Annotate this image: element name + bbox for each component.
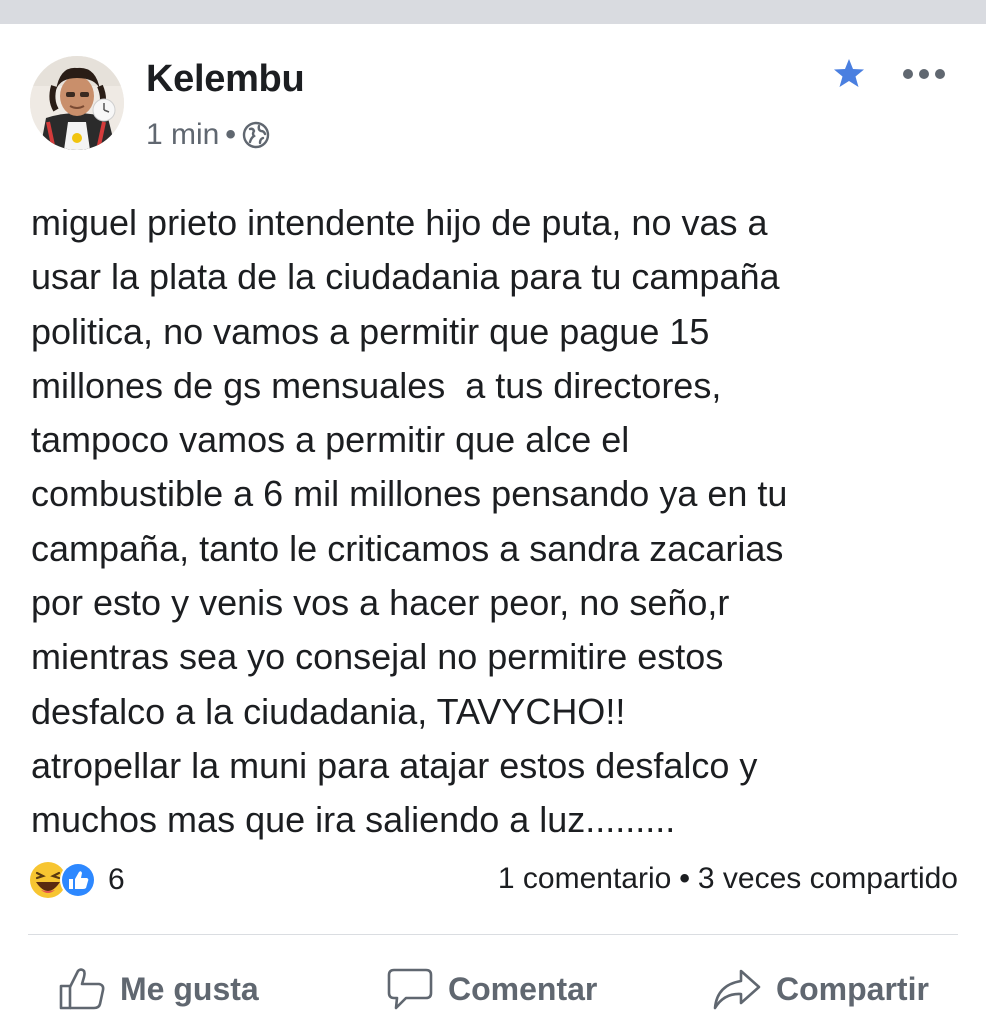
comment-button[interactable]: Comentar: [386, 962, 597, 1016]
star-icon[interactable]: [832, 56, 866, 90]
like-label: Me gusta: [120, 970, 259, 1007]
like-button[interactable]: Me gusta: [58, 962, 259, 1016]
more-options-icon[interactable]: [902, 68, 946, 80]
share-icon: [713, 969, 761, 1010]
meta-separator: •: [225, 118, 236, 151]
reaction-icons: [30, 862, 96, 898]
thumbs-up-icon: [59, 968, 105, 1010]
avatar-image: [30, 56, 124, 150]
comment-icon: [387, 968, 433, 1010]
post-meta: 1 min •: [146, 118, 270, 152]
engagement-stats: 1 comentario • 3 veces compartido: [498, 862, 958, 896]
share-button[interactable]: Compartir: [712, 962, 929, 1016]
share-label: Compartir: [776, 970, 929, 1007]
comment-count[interactable]: 1 comentario: [498, 862, 671, 896]
author-name[interactable]: Kelembu: [146, 58, 305, 101]
reactions-summary[interactable]: 6: [28, 860, 125, 900]
post-body: miguel prieto intendente hijo de puta, n…: [31, 202, 788, 841]
like-reaction-icon: [60, 862, 96, 898]
divider: [28, 934, 958, 935]
post-time[interactable]: 1 min: [146, 118, 219, 152]
stats-separator: •: [679, 862, 690, 895]
globe-icon: [242, 121, 270, 149]
author-avatar[interactable]: [30, 56, 124, 150]
reaction-count: 6: [108, 863, 125, 896]
post-card: Kelembu 1 min • miguel prieto intendente…: [0, 24, 986, 1024]
share-count[interactable]: 3 veces compartido: [698, 862, 958, 896]
top-strip: [0, 0, 986, 24]
comment-label: Comentar: [448, 970, 598, 1007]
